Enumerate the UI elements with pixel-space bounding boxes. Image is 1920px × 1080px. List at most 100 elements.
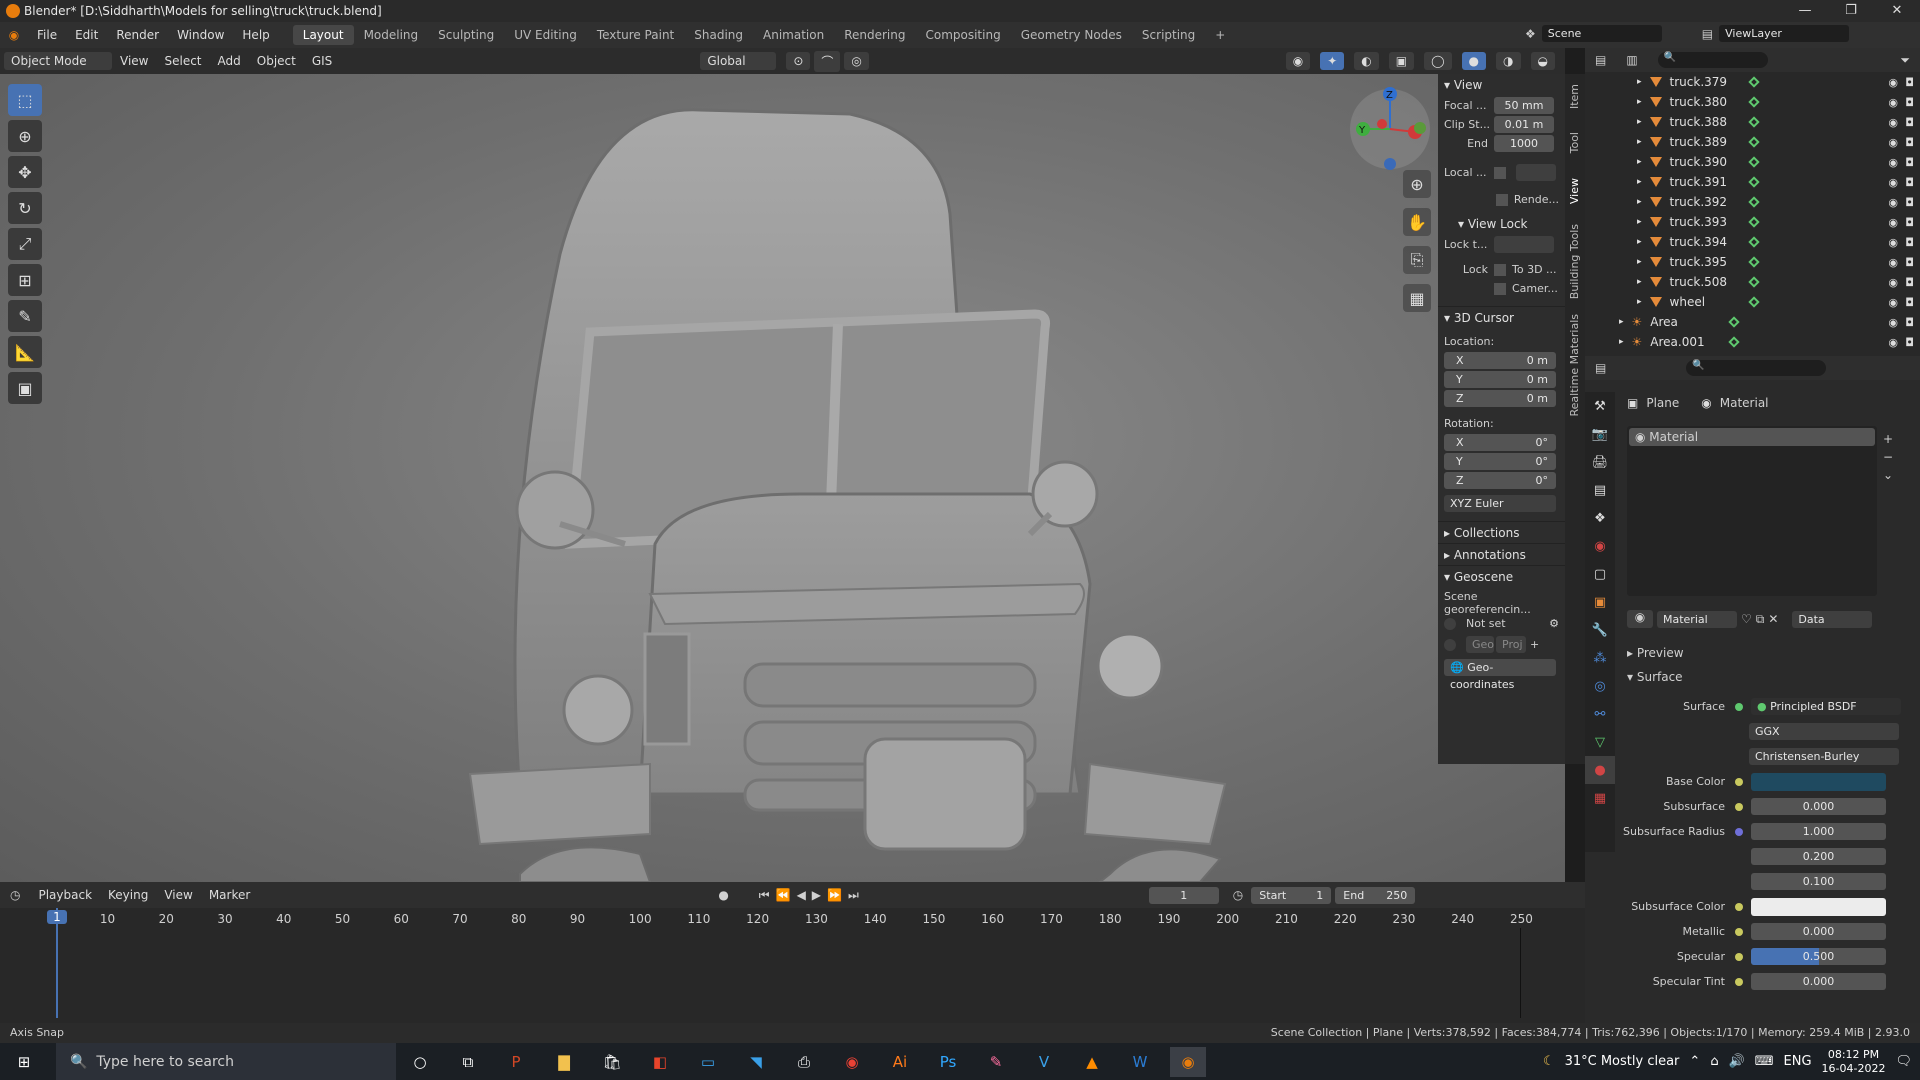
jump-start-icon[interactable]: ⏮ xyxy=(759,888,770,903)
cursor-rotation-x[interactable]: X 0° xyxy=(1444,434,1556,451)
data-tab-icon[interactable]: ▽ xyxy=(1585,728,1615,756)
collections-section-header[interactable]: ▸ Collections xyxy=(1438,521,1565,543)
particles-tab-icon[interactable]: ⁂ xyxy=(1585,644,1615,672)
network-icon[interactable]: ⌂ xyxy=(1710,1054,1718,1069)
annotate-icon[interactable]: ✎ xyxy=(8,300,42,332)
outliner-row[interactable]: ▸ truck.392 ◉ ◘ xyxy=(1585,192,1920,212)
material-name-field[interactable]: Material xyxy=(1657,610,1737,628)
menu-object[interactable]: Object xyxy=(249,54,304,68)
expand-icon[interactable]: ▸ xyxy=(1637,277,1642,287)
outliner-row[interactable]: ▸ truck.508 ◉ ◘ xyxy=(1585,272,1920,292)
render-tab-icon[interactable]: 📷 xyxy=(1585,420,1615,448)
eye-icon[interactable]: ◉ xyxy=(1888,136,1898,149)
scene-tab-icon[interactable]: ❖ xyxy=(1585,504,1615,532)
expand-icon[interactable]: ▸ xyxy=(1637,257,1642,267)
property-value-field[interactable]: 0.100 xyxy=(1751,873,1886,890)
material-tab-icon[interactable]: ● xyxy=(1585,756,1615,784)
cursor-icon[interactable]: ⊕ xyxy=(8,120,42,152)
render-visibility-icon[interactable]: ◘ xyxy=(1905,156,1914,169)
tab-view[interactable]: View xyxy=(1568,178,1581,204)
jump-end-icon[interactable]: ⏭ xyxy=(848,888,859,903)
powerpoint-icon[interactable]: P xyxy=(498,1047,534,1077)
preview-section-header[interactable]: ▸ Preview xyxy=(1627,646,1684,660)
expand-icon[interactable]: ▸ xyxy=(1637,217,1642,227)
subsurface-color-swatch[interactable] xyxy=(1751,897,1886,916)
cursor-rotation-y[interactable]: Y 0° xyxy=(1444,453,1556,470)
render-visibility-icon[interactable]: ◘ xyxy=(1905,336,1914,349)
outliner-row[interactable]: ▸ truck.389 ◉ ◘ xyxy=(1585,132,1920,152)
menu-keying[interactable]: Keying xyxy=(100,888,156,902)
proj-button[interactable]: Proj xyxy=(1496,636,1526,653)
cursor-rotation-z[interactable]: Z 0° xyxy=(1444,472,1556,489)
chrome-icon[interactable]: ◉ xyxy=(834,1047,870,1077)
measure-icon[interactable]: 📐 xyxy=(8,336,42,368)
expand-icon[interactable]: ▸ xyxy=(1619,337,1624,347)
play-reverse-icon[interactable]: ◀ xyxy=(797,888,806,902)
pan-hand-icon[interactable]: ✋ xyxy=(1403,208,1431,236)
physics-tab-icon[interactable]: ◎ xyxy=(1585,672,1615,700)
tab-item[interactable]: Item xyxy=(1568,84,1581,109)
close-button[interactable]: ✕ xyxy=(1874,0,1920,22)
menu-window[interactable]: Window xyxy=(168,28,233,42)
world-tab-icon[interactable]: ◉ xyxy=(1585,532,1615,560)
menu-edit[interactable]: Edit xyxy=(66,28,107,42)
expand-icon[interactable]: ▸ xyxy=(1637,117,1642,127)
socket-dot-icon[interactable] xyxy=(1735,977,1743,986)
blender-menu-icon[interactable]: ◉ xyxy=(0,28,28,42)
tab-tool[interactable]: Tool xyxy=(1568,132,1581,153)
windows-start-icon[interactable]: ⊞ xyxy=(6,1047,42,1077)
visibility-icon[interactable]: ◉ xyxy=(1285,52,1311,70)
render-region-checkbox[interactable] xyxy=(1496,193,1508,206)
clock[interactable]: 08:12 PM 16-04-2022 xyxy=(1822,1048,1886,1076)
socket-dot-icon[interactable] xyxy=(1735,777,1743,786)
tab-building-tools[interactable]: Building Tools xyxy=(1568,224,1581,299)
property-value-field[interactable]: 0.200 xyxy=(1751,848,1886,865)
cursor-location-y[interactable]: Y0 m xyxy=(1444,371,1556,388)
proportional-edit-icon[interactable]: ◎ xyxy=(844,52,869,70)
cursor-location-x[interactable]: X0 m xyxy=(1444,352,1556,369)
tab-rendering[interactable]: Rendering xyxy=(834,25,915,45)
duplicate-material-icon[interactable]: ⧉ xyxy=(1756,612,1765,627)
rendered-shading-icon[interactable]: ◒ xyxy=(1530,52,1555,70)
eye-icon[interactable]: ◉ xyxy=(1888,76,1898,89)
property-value-field[interactable]: 1.000 xyxy=(1751,823,1886,840)
render-visibility-icon[interactable]: ◘ xyxy=(1905,76,1914,89)
surface-shader-field[interactable]: ● Principled BSDF xyxy=(1751,698,1901,715)
view-layer-tab-icon[interactable]: ▤ xyxy=(1585,476,1615,504)
tab-scripting[interactable]: Scripting xyxy=(1132,25,1205,45)
render-visibility-icon[interactable]: ◘ xyxy=(1905,216,1914,229)
menu-select[interactable]: Select xyxy=(156,54,209,68)
distribution-dropdown[interactable]: GGX xyxy=(1749,723,1899,740)
tab-sculpting[interactable]: Sculpting xyxy=(428,25,504,45)
render-visibility-icon[interactable]: ◘ xyxy=(1905,256,1914,269)
material-slot-item[interactable]: ◉ Material xyxy=(1629,428,1875,446)
3d-viewport[interactable]: Z Y ⊕ ✋ ⎘ ▦ xyxy=(0,74,1565,882)
specular-slider[interactable]: 0.500 xyxy=(1751,948,1886,965)
distribution-dropdown[interactable]: Christensen-Burley xyxy=(1749,748,1899,765)
menu-help[interactable]: Help xyxy=(233,28,278,42)
eye-icon[interactable]: ◉ xyxy=(1888,276,1898,289)
outliner-row[interactable]: ▸ truck.395 ◉ ◘ xyxy=(1585,252,1920,272)
clip-end-field[interactable]: 1000 xyxy=(1494,135,1554,152)
outliner-row[interactable]: ▸ ☀ Area ◉ ◘ xyxy=(1585,312,1920,332)
scale-icon[interactable]: ⤢ xyxy=(8,228,42,260)
camera-view-icon[interactable]: ⎘ xyxy=(1403,246,1431,274)
menu-add[interactable]: Add xyxy=(210,54,249,68)
expand-icon[interactable]: ▸ xyxy=(1619,317,1624,327)
cortana-icon[interactable]: ○ xyxy=(402,1047,438,1077)
socket-dot-icon[interactable] xyxy=(1735,902,1743,911)
geo-button[interactable]: Geo xyxy=(1466,636,1494,653)
eye-icon[interactable]: ◉ xyxy=(1888,296,1898,309)
fake-user-icon[interactable]: ♡ xyxy=(1741,612,1752,626)
outliner-row[interactable]: ▸ truck.394 ◉ ◘ xyxy=(1585,232,1920,252)
xray-icon[interactable]: ▣ xyxy=(1388,52,1415,70)
properties-search-input[interactable]: 🔍 xyxy=(1686,360,1827,376)
annotations-section-header[interactable]: ▸ Annotations xyxy=(1438,543,1565,565)
eye-icon[interactable]: ◉ xyxy=(1888,96,1898,109)
property-value-field[interactable]: 0.000 xyxy=(1751,923,1886,940)
eye-icon[interactable]: ◉ xyxy=(1888,336,1898,349)
render-visibility-icon[interactable]: ◘ xyxy=(1905,176,1914,189)
material-shading-icon[interactable]: ◑ xyxy=(1496,52,1521,70)
tab-compositing[interactable]: Compositing xyxy=(915,25,1010,45)
expand-icon[interactable]: ▸ xyxy=(1637,77,1642,87)
